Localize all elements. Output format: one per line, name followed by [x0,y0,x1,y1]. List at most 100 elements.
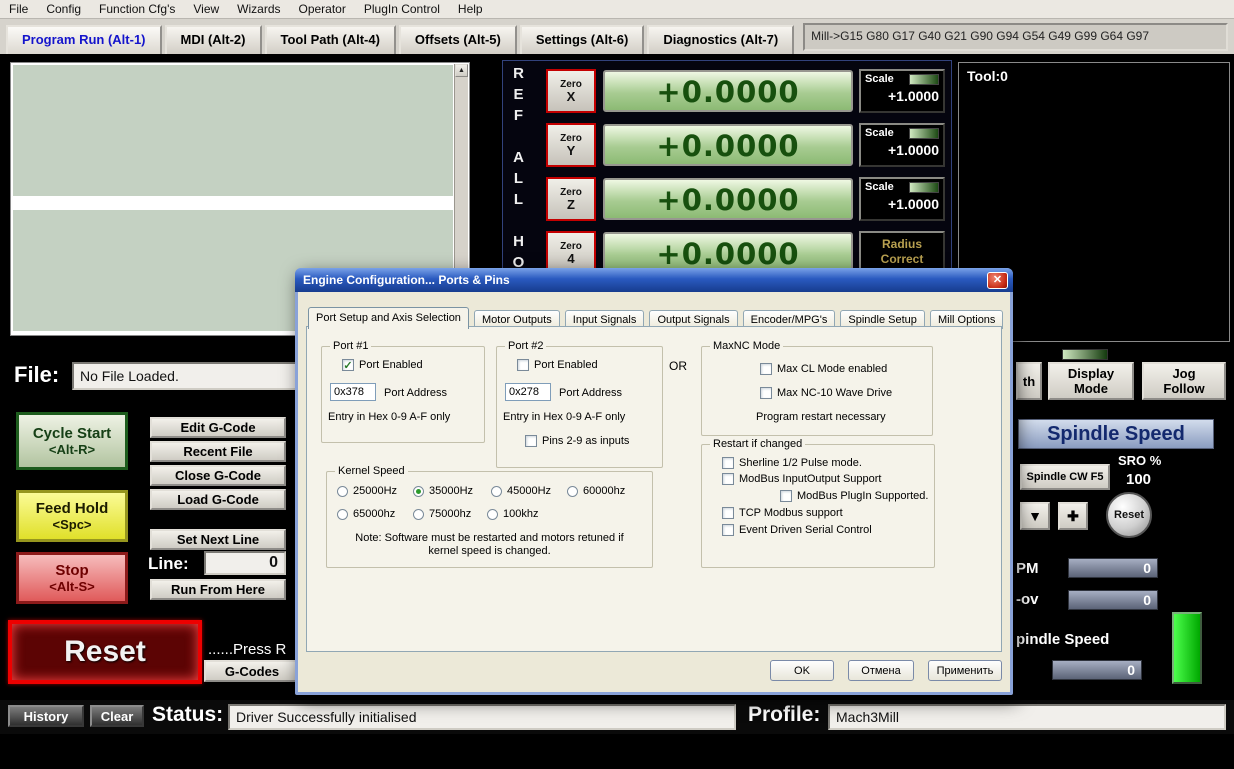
zero-x-button[interactable]: Zero X [546,69,596,113]
edit-gcode-button[interactable]: Edit G-Code [150,417,286,438]
scale-led-icon [909,73,939,85]
reset-button[interactable]: Reset [8,620,202,684]
run-from-here-button[interactable]: Run From Here [150,579,286,600]
line-number-box[interactable]: 0 [204,551,286,575]
kernel-45000hz-radio[interactable]: 45000Hz [491,485,551,497]
kernel-65000hz-radio[interactable]: 65000hz [337,508,395,520]
spindle-cw-button[interactable]: Spindle CW F5 [1020,464,1110,490]
max-nc10-wave-checkbox[interactable]: Max NC-10 Wave Drive [760,387,892,399]
gcodes-button[interactable]: G-Codes [204,660,300,682]
cycle-start-button[interactable]: Cycle Start <Alt-R> [16,412,128,470]
rpm-label-partial: PM [1016,560,1039,577]
maxnc-group-title: MaxNC Mode [710,340,784,352]
restart-if-changed-group: Restart if changed Sherline 1/2 Pulse mo… [701,438,935,568]
display-mode-button[interactable]: Display Mode [1048,362,1134,400]
port2-enabled-checkbox[interactable]: Port Enabled [517,359,598,371]
menu-config[interactable]: Config [37,0,90,18]
port2-group: Port #2 Port Enabled Port Address Entry … [496,340,663,468]
spindle-down-icon[interactable]: ▼ [1020,502,1050,530]
feed-hold-line1: Feed Hold [35,500,109,517]
load-gcode-button[interactable]: Load G-Code [150,489,286,510]
restart-group-title: Restart if changed [710,438,806,450]
dro-y-readout[interactable]: +0.0000 [603,124,853,166]
dialog-title-bar[interactable]: Engine Configuration... Ports & Pins ✕ [295,268,1013,292]
ok-button[interactable]: OK [770,660,834,681]
sro-value: 100 [1126,471,1152,488]
event-driven-serial-checkbox[interactable]: Event Driven Serial Control [722,524,872,536]
feed-hold-button[interactable]: Feed Hold <Spc> [16,490,128,542]
tab-settings[interactable]: Settings (Alt-6) [519,25,645,54]
kernel-25000hz-radio[interactable]: 25000Hz [337,485,397,497]
zero-y-button[interactable]: Zero Y [546,123,596,167]
tab-program-run[interactable]: Program Run (Alt-1) [6,25,162,54]
port1-enabled-checkbox[interactable]: ✓ Port Enabled [342,359,423,372]
menu-operator[interactable]: Operator [290,0,355,18]
jog-follow-line1: Jog [1172,366,1196,381]
tcp-modbus-checkbox[interactable]: TCP Modbus support [722,507,843,519]
scale-x-widget[interactable]: Scale +1.0000 [859,69,945,113]
sherline-pulse-checkbox[interactable]: Sherline 1/2 Pulse mode. [722,457,862,469]
menu-help[interactable]: Help [449,0,492,18]
jog-follow-button[interactable]: Jog Follow [1142,362,1226,400]
scroll-up-icon[interactable]: ▲ [455,64,468,77]
modbus-plugin-checkbox[interactable]: ModBus PlugIn Supported. [780,490,928,502]
zero-y-axis: Y [566,142,576,158]
kernel-100khz-radio[interactable]: 100khz [487,508,538,520]
kernel-speed-group-title: Kernel Speed [335,465,408,477]
max-cl-mode-checkbox[interactable]: Max CL Mode enabled [760,363,887,375]
set-next-line-button[interactable]: Set Next Line [150,529,286,550]
dro-z-readout[interactable]: +0.0000 [603,178,853,220]
menu-view[interactable]: View [184,0,228,18]
kernel-45000hz-label: 45000Hz [507,485,552,497]
scale-z-widget[interactable]: Scale +1.0000 [859,177,945,221]
zero-z-axis: Z [567,196,575,212]
menu-function-cfgs[interactable]: Function Cfg's [90,0,184,18]
pins-2-9-inputs-checkbox[interactable]: Pins 2-9 as inputs [525,435,629,447]
spindle-up-icon[interactable]: ✚ [1058,502,1088,530]
menu-plugin-control[interactable]: PlugIn Control [355,0,449,18]
max-cl-mode-label: Max CL Mode enabled [777,363,888,375]
cancel-button[interactable]: Отмена [848,660,914,681]
spindle-speed-slider[interactable] [1172,612,1202,684]
apply-button[interactable]: Применить [928,660,1002,681]
kernel-75000hz-label: 75000hz [429,508,472,520]
kernel-60000hz-radio[interactable]: 60000hz [567,485,625,497]
tab-offsets[interactable]: Offsets (Alt-5) [398,25,517,54]
spindle-reset-button[interactable]: Reset [1106,492,1152,538]
modbus-io-checkbox[interactable]: ModBus InputOutput Support [722,473,881,485]
tab-mdi[interactable]: MDI (Alt-2) [164,25,262,54]
history-button[interactable]: History [8,705,84,727]
scale-led-icon [909,181,939,193]
stop-button[interactable]: Stop <Alt-S> [16,552,128,604]
maxnc-restart-note: Program restart necessary [756,411,886,423]
status-label: Status: [152,703,224,726]
sov-label-partial: -ov [1016,591,1039,608]
scale-y-label: Scale [865,127,894,139]
status-message-box: Driver Successfully initialised [228,704,736,730]
tab-port-setup[interactable]: Port Setup and Axis Selection [308,307,469,329]
tab-tool-path[interactable]: Tool Path (Alt-4) [264,25,396,54]
zero-x-axis: X [566,88,576,104]
scale-y-widget[interactable]: Scale +1.0000 [859,123,945,167]
port1-address-input[interactable] [330,383,376,401]
menu-file[interactable]: File [0,0,37,18]
port1-group: Port #1 ✓ Port Enabled Port Address Entr… [321,340,485,443]
tab-diagnostics[interactable]: Diagnostics (Alt-7) [647,25,795,54]
port2-address-input[interactable] [505,383,551,401]
menu-wizards[interactable]: Wizards [228,0,289,18]
scale-z-value: +1.0000 [888,196,939,212]
zero-z-button[interactable]: Zero Z [546,177,596,221]
recent-file-button[interactable]: Recent File [150,441,286,462]
kernel-75000hz-radio[interactable]: 75000hz [413,508,471,520]
feed-hold-line2: <Spc> [52,517,92,532]
dro-x-readout[interactable]: +0.0000 [603,70,853,112]
close-icon[interactable]: ✕ [987,272,1008,289]
kernel-35000hz-radio[interactable]: 35000Hz [413,485,473,497]
kernel-speed-group: Kernel Speed 25000Hz 35000Hz 45000Hz 600… [326,465,653,568]
ports-and-pins-dialog: Engine Configuration... Ports & Pins ✕ P… [295,268,1013,695]
clear-button[interactable]: Clear [90,705,144,727]
spindle-speed-header: Spindle Speed [1018,419,1214,449]
close-gcode-button[interactable]: Close G-Code [150,465,286,486]
regen-toolpath-button-partial[interactable]: th [1016,362,1042,400]
scale-x-value: +1.0000 [888,88,939,104]
